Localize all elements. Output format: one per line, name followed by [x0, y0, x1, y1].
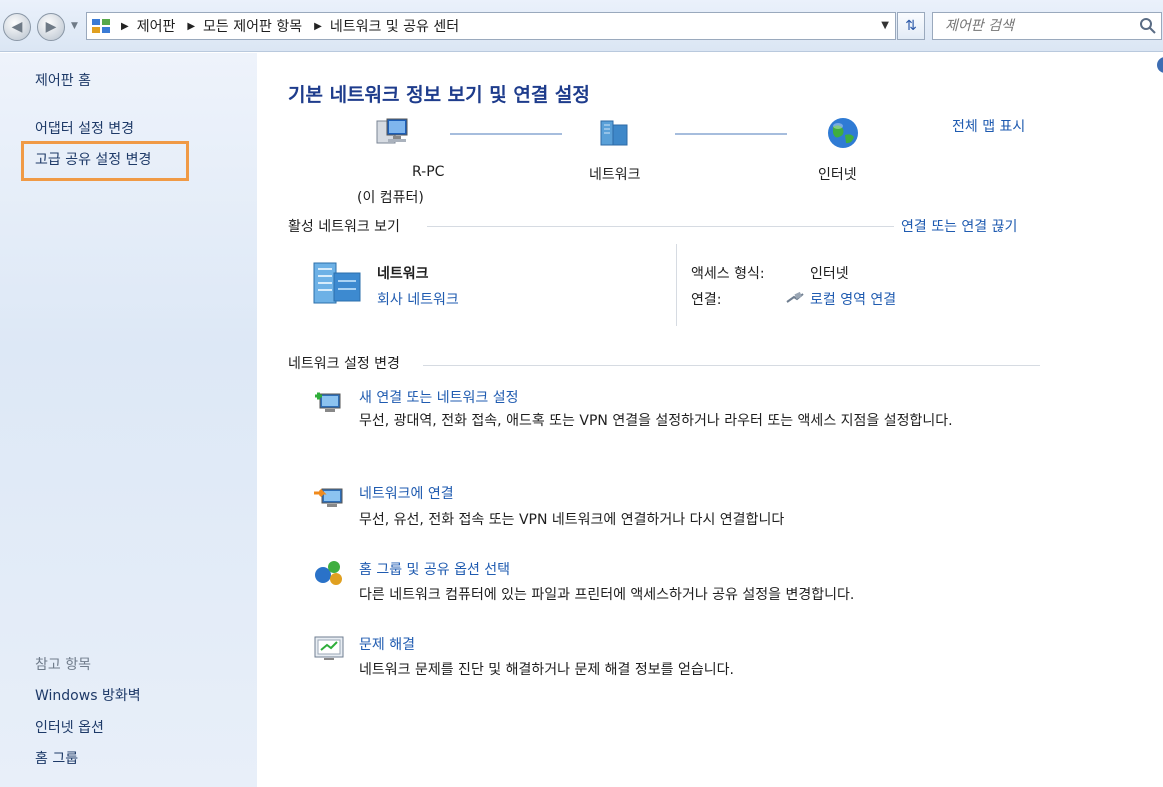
refresh-button[interactable]: ⇅	[897, 12, 925, 40]
control-panel-icon	[92, 19, 110, 33]
map-connection-line	[450, 133, 562, 135]
task-troubleshoot-desc: 네트워크 문제를 진단 및 해결하거나 문제 해결 정보를 얻습니다.	[359, 662, 734, 678]
local-area-connection-link[interactable]: 로컬 영역 연결	[810, 289, 896, 309]
search-icon	[1140, 18, 1156, 34]
task-homegroup-sharing-link[interactable]: 홈 그룹 및 공유 옵션 선택	[359, 559, 510, 579]
breadcrumb-separator-icon[interactable]: ▶	[187, 21, 195, 32]
access-type-label: 액세스 형식:	[691, 266, 765, 282]
search-box[interactable]	[932, 12, 1162, 40]
vertical-divider	[676, 244, 677, 326]
task-connect-to-network-link[interactable]: 네트워크에 연결	[359, 483, 454, 503]
active-networks-heading: 활성 네트워크 보기	[288, 216, 404, 236]
new-connection-icon	[315, 392, 341, 412]
sidebar-item-homegroup[interactable]: 홈 그룹	[35, 748, 78, 768]
sidebar: 제어판 홈 어댑터 설정 변경 고급 공유 설정 변경 참고 항목 Window…	[0, 53, 257, 787]
see-also-heading: 참고 항목	[35, 657, 91, 673]
task-connect-to-network-desc: 무선, 유선, 전화 접속 또는 VPN 네트워크에 연결하거나 다시 연결합니…	[359, 512, 785, 528]
active-network-name: 네트워크	[377, 266, 429, 282]
sidebar-item-windows-firewall[interactable]: Windows 방화벽	[35, 685, 141, 705]
help-button-edge-icon[interactable]	[1156, 56, 1163, 74]
sidebar-item-change-adapter-settings[interactable]: 어댑터 설정 변경	[35, 118, 134, 138]
network-location-link[interactable]: 회사 네트워크	[377, 289, 459, 309]
task-setup-new-connection-desc: 무선, 광대역, 전화 접속, 애드혹 또는 VPN 연결을 설정하거나 라우터…	[359, 413, 953, 429]
map-this-computer: (이 컴퓨터)	[357, 190, 424, 206]
change-settings-heading: 네트워크 설정 변경	[288, 353, 404, 373]
forward-arrow-icon: ▶	[45, 19, 57, 35]
back-arrow-icon: ◀	[11, 19, 23, 35]
search-input[interactable]	[945, 18, 1135, 34]
page-title: 기본 네트워크 정보 보기 및 연결 설정	[288, 84, 590, 106]
network-building-icon	[313, 262, 361, 304]
back-button[interactable]: ◀	[3, 13, 31, 41]
network-icon[interactable]	[597, 115, 633, 151]
section-divider	[423, 365, 1040, 366]
connections-label: 연결:	[691, 292, 722, 308]
breadcrumb[interactable]: ▶ 제어판 ▶ 모든 제어판 항목 ▶ 네트워크 및 공유 센터 ▼	[86, 12, 896, 40]
sidebar-item-internet-options[interactable]: 인터넷 옵션	[35, 717, 104, 737]
task-setup-new-connection-link[interactable]: 새 연결 또는 네트워크 설정	[359, 387, 518, 407]
computer-icon[interactable]	[375, 115, 411, 151]
address-dropdown-icon[interactable]: ▼	[881, 20, 889, 31]
homegroup-icon	[315, 561, 342, 585]
map-internet-label: 인터넷	[818, 167, 857, 183]
breadcrumb-separator-icon[interactable]: ▶	[314, 21, 322, 32]
address-bar: ◀ ▶ ▼ ▶ 제어판 ▶ 모든 제어판 항목 ▶ 네트워크 및 공유 센터 ▼…	[0, 0, 1163, 52]
task-troubleshoot-link[interactable]: 문제 해결	[359, 634, 415, 654]
breadcrumb-control-panel[interactable]: 제어판	[137, 16, 176, 36]
refresh-icon: ⇅	[905, 18, 917, 34]
highlight-box	[21, 141, 189, 181]
access-type-value: 인터넷	[810, 266, 849, 282]
globe-icon[interactable]	[825, 115, 861, 151]
map-network-label: 네트워크	[589, 167, 641, 183]
see-full-map-link[interactable]: 전체 맵 표시	[952, 116, 1025, 136]
troubleshoot-icon	[314, 636, 344, 660]
breadcrumb-separator-icon[interactable]: ▶	[121, 21, 129, 32]
map-connection-line	[675, 133, 787, 135]
breadcrumb-network-center[interactable]: 네트워크 및 공유 센터	[330, 16, 459, 36]
connect-network-icon	[314, 488, 343, 507]
sidebar-item-control-panel-home[interactable]: 제어판 홈	[35, 70, 91, 90]
breadcrumb-all-items[interactable]: 모든 제어판 항목	[203, 16, 302, 36]
recent-pages-dropdown-icon[interactable]: ▼	[71, 21, 78, 31]
task-homegroup-sharing-desc: 다른 네트워크 컴퓨터에 있는 파일과 프린터에 액세스하거나 공유 설정을 변…	[359, 587, 855, 603]
connect-disconnect-link[interactable]: 연결 또는 연결 끊기	[901, 216, 1017, 236]
forward-button[interactable]: ▶	[37, 13, 65, 41]
map-pc-name: R-PC	[412, 164, 445, 180]
ethernet-cable-icon	[786, 291, 804, 303]
section-divider	[427, 226, 894, 227]
main-content: 기본 네트워크 정보 보기 및 연결 설정 전체 맵 표시 R-PC (이 컴퓨…	[257, 53, 1163, 787]
